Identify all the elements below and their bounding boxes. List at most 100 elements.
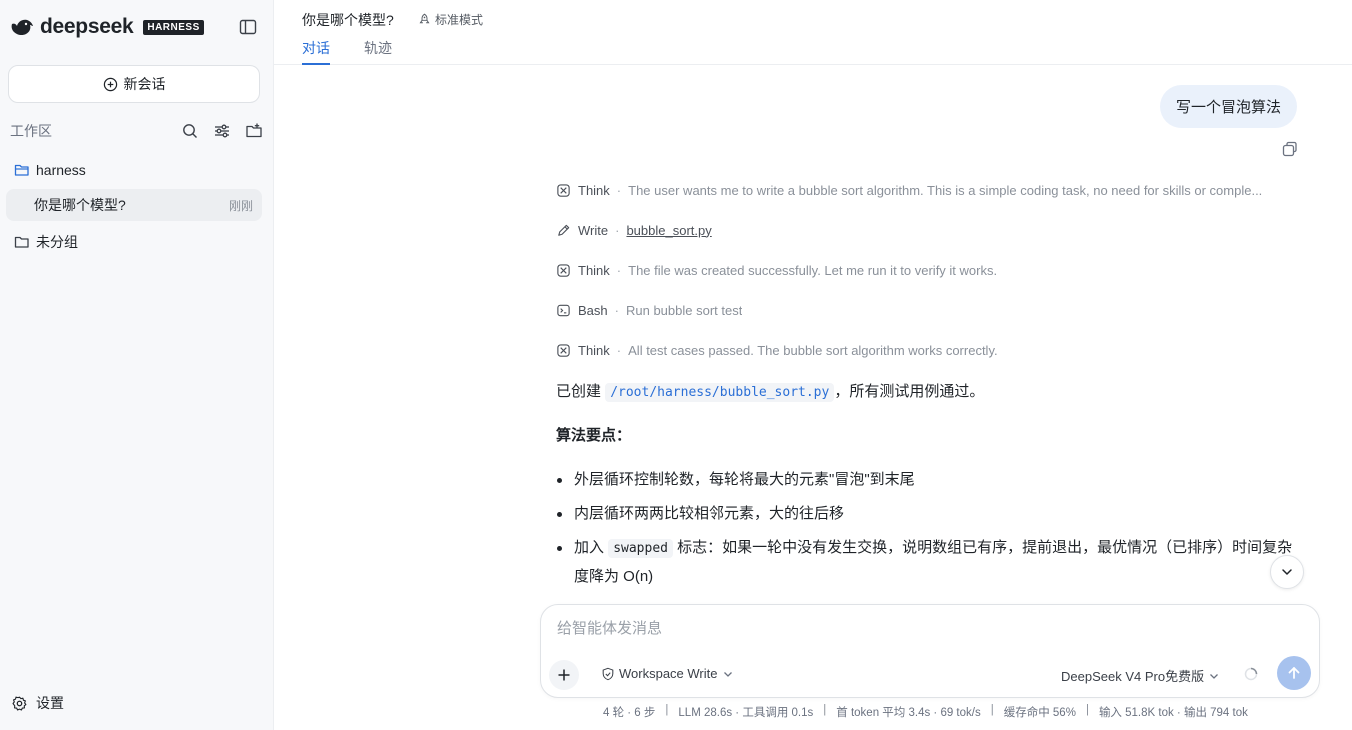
answer-heading: 算法要点： <box>556 427 632 444</box>
sidebar: deepseek HARNESS 新会话 工作区 harness 你是哪个模型?… <box>0 0 274 730</box>
step-think[interactable]: Think · The file was created successfull… <box>556 260 1304 280</box>
shield-edit-icon <box>601 667 615 681</box>
stat-io: 输入 51.8K tok · 输出 794 tok <box>1098 707 1248 719</box>
settings-label: 设置 <box>36 695 64 711</box>
list-item-text: 外层循环控制轮数，每轮将最大的元素"冒泡"到末尾 <box>574 471 915 488</box>
folder-icon <box>14 234 30 250</box>
permission-label: Workspace Write <box>619 666 718 681</box>
brain-icon <box>556 183 571 198</box>
arrow-up-icon <box>1286 665 1302 681</box>
whale-logo-icon <box>10 17 34 37</box>
stat-divider: | <box>1085 704 1089 716</box>
new-chat-button[interactable]: 新会话 <box>8 65 260 103</box>
step-description: The file was created successfully. Let m… <box>628 262 998 278</box>
rocket-icon <box>418 13 431 26</box>
chevron-down-icon <box>1280 565 1294 579</box>
stat-rounds: 4 轮 · 6 步 <box>603 707 656 719</box>
answer-prefix: 已创建 <box>556 383 602 400</box>
list-item-text: 标志：如果一轮中没有发生交换，说明数组已有序，提前退出，最优情况（已排序）时间复… <box>574 539 1293 585</box>
step-type: Think <box>578 342 610 358</box>
step-type: Write <box>578 222 609 238</box>
step-description: Run bubble sort test <box>625 302 743 318</box>
step-bash[interactable]: Bash · Run bubble sort test <box>556 300 1304 320</box>
model-label: DeepSeek V4 Pro免费版 <box>1061 669 1205 684</box>
step-description: The user wants me to write a bubble sort… <box>628 182 1263 198</box>
message-input[interactable] <box>557 620 1297 637</box>
list-item: 外层循环控制轮数，每轮将最大的元素"冒泡"到末尾 <box>556 466 1306 494</box>
filter-sliders-icon[interactable] <box>212 121 232 141</box>
list-item: 加入 swapped 标志：如果一轮中没有发生交换，说明数组已有序，提前退出，最… <box>556 534 1306 591</box>
step-separator: · <box>616 342 622 358</box>
answer-paragraph: 已创建 /root/harness/bubble_sort.py ，所有测试用例通… <box>556 378 984 407</box>
answer-suffix: ，所有测试用例通过。 <box>834 383 985 400</box>
group-label: harness <box>36 162 86 178</box>
step-think[interactable]: Think · All test cases passed. The bubbl… <box>556 340 1304 360</box>
mode-indicator: 标准模式 <box>418 11 483 28</box>
stat-divider: | <box>990 704 994 716</box>
gear-icon <box>11 695 28 712</box>
search-icon[interactable] <box>180 121 200 141</box>
mode-label: 标准模式 <box>435 13 484 27</box>
settings-button[interactable]: 设置 <box>11 693 64 713</box>
step-separator: · <box>614 302 619 318</box>
step-description: All test cases passed. The bubble sort a… <box>628 342 998 358</box>
pencil-icon <box>556 223 571 238</box>
stat-first-token: 首 token 平均 3.4s · 69 tok/s <box>836 707 981 719</box>
step-separator: · <box>616 182 622 198</box>
brain-icon <box>556 263 571 278</box>
inline-code: swapped <box>608 539 673 558</box>
user-message-text: 写一个冒泡算法 <box>1176 99 1282 116</box>
step-type: Think <box>578 262 610 278</box>
terminal-icon <box>556 303 571 318</box>
brain-icon <box>556 343 571 358</box>
model-select[interactable]: DeepSeek V4 Pro免费版 <box>1061 666 1220 685</box>
sidebar-toggle-icon[interactable] <box>238 17 258 37</box>
new-chat-label: 新会话 <box>123 76 166 92</box>
session-item[interactable]: 你是哪个模型? 刚刚 <box>6 189 262 221</box>
tab-conversation[interactable]: 对话 <box>302 38 330 65</box>
brand-wordmark: deepseek <box>40 15 134 38</box>
brand-badge: HARNESS <box>143 19 204 35</box>
plus-icon <box>557 668 571 682</box>
chevron-down-icon <box>1208 670 1220 682</box>
stat-llm: LLM 28.6s · 工具调用 0.1s <box>678 707 814 719</box>
scroll-to-bottom-button[interactable] <box>1270 555 1304 589</box>
step-type: Bash <box>578 302 608 318</box>
group-label: 未分组 <box>36 234 78 250</box>
plus-circle-icon <box>103 77 118 92</box>
step-think[interactable]: Think · The user wants me to write a bub… <box>556 180 1304 200</box>
list-item-text: 加入 <box>574 539 605 556</box>
workspace-label: 工作区 <box>10 123 52 139</box>
step-type: Think <box>578 182 610 198</box>
stat-cache: 缓存命中 56% <box>1003 707 1076 719</box>
group-ungrouped[interactable]: 未分组 <box>14 231 78 253</box>
user-message-bubble: 写一个冒泡算法 <box>1160 85 1298 128</box>
message-composer: Workspace Write DeepSeek V4 Pro免费版 <box>540 604 1320 698</box>
stat-divider: | <box>665 704 669 716</box>
group-harness[interactable]: harness <box>14 159 86 181</box>
new-folder-icon[interactable] <box>244 121 264 141</box>
conversation-header: 你是哪个模型? 标准模式 对话 轨迹 <box>274 0 1352 65</box>
session-title: 你是哪个模型? <box>34 197 126 213</box>
run-stats: 4 轮 · 6 步 | LLM 28.6s · 工具调用 0.1s | 首 to… <box>603 704 1248 720</box>
file-link[interactable]: bubble_sort.py <box>626 223 711 238</box>
attach-button[interactable] <box>549 660 579 690</box>
stat-divider: | <box>823 704 827 716</box>
list-item: 内层循环两两比较相邻元素，大的往后移 <box>556 500 1306 528</box>
inline-code-path: /root/harness/bubble_sort.py <box>605 383 835 402</box>
chevron-down-icon <box>722 668 734 680</box>
step-separator: · <box>616 262 622 278</box>
page-title: 你是哪个模型? <box>302 12 394 28</box>
loading-spinner-icon <box>1244 667 1258 681</box>
tab-trace[interactable]: 轨迹 <box>364 38 392 65</box>
folder-open-icon <box>14 162 30 178</box>
list-item-text: 内层循环两两比较相邻元素，大的往后移 <box>574 505 845 522</box>
permission-select[interactable]: Workspace Write <box>601 666 734 681</box>
step-separator: · <box>615 222 620 238</box>
brand-logo[interactable]: deepseek HARNESS <box>10 14 204 40</box>
send-button[interactable] <box>1277 656 1311 690</box>
step-write[interactable]: Write · bubble_sort.py <box>556 220 1304 240</box>
session-time: 刚刚 <box>228 198 253 213</box>
workspace-header: 工作区 <box>10 121 264 141</box>
copy-icon[interactable] <box>1280 139 1300 159</box>
